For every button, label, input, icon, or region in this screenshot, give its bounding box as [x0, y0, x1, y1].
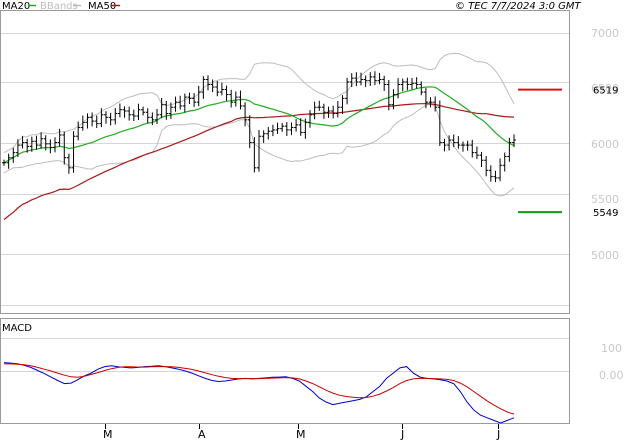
price-y-axis: 7000 6500 6000 5500 5000 [591, 27, 619, 262]
level-label: 5549 [593, 208, 618, 219]
legend-ma50-label: MA50 [88, 1, 116, 12]
legend-bbands-label: BBands [40, 1, 78, 12]
chart-canvas: 7000 6500 6000 5500 5000 100 0.00 M A M … [0, 1, 624, 440]
y-tick-label: 5500 [591, 193, 619, 206]
price-panel-frame [0, 10, 570, 314]
copyright-notice: © TEC 7/7/2024 3:0 GMT [455, 1, 582, 12]
x-tick-label: A [198, 428, 206, 440]
x-tick-label: J [496, 428, 500, 440]
macd-y-axis: 100 0.00 [599, 342, 624, 382]
level-label: 6519 [593, 86, 618, 97]
y-tick-label: 6000 [591, 138, 619, 151]
x-tick-label: J [400, 428, 404, 440]
macd-panel-label: MACD [2, 323, 32, 334]
macd-y-tick-label: 0.00 [599, 369, 624, 382]
x-tick-label: M [103, 428, 113, 440]
macd-y-tick-label: 100 [601, 342, 622, 355]
y-tick-label: 7000 [591, 27, 619, 40]
x-tick-label: M [296, 428, 306, 440]
legend: MA20 BBands MA50 [2, 1, 120, 12]
legend-ma20-label: MA20 [2, 1, 30, 12]
y-tick-label: 5000 [591, 249, 619, 262]
x-axis: M A M J J [103, 424, 500, 440]
